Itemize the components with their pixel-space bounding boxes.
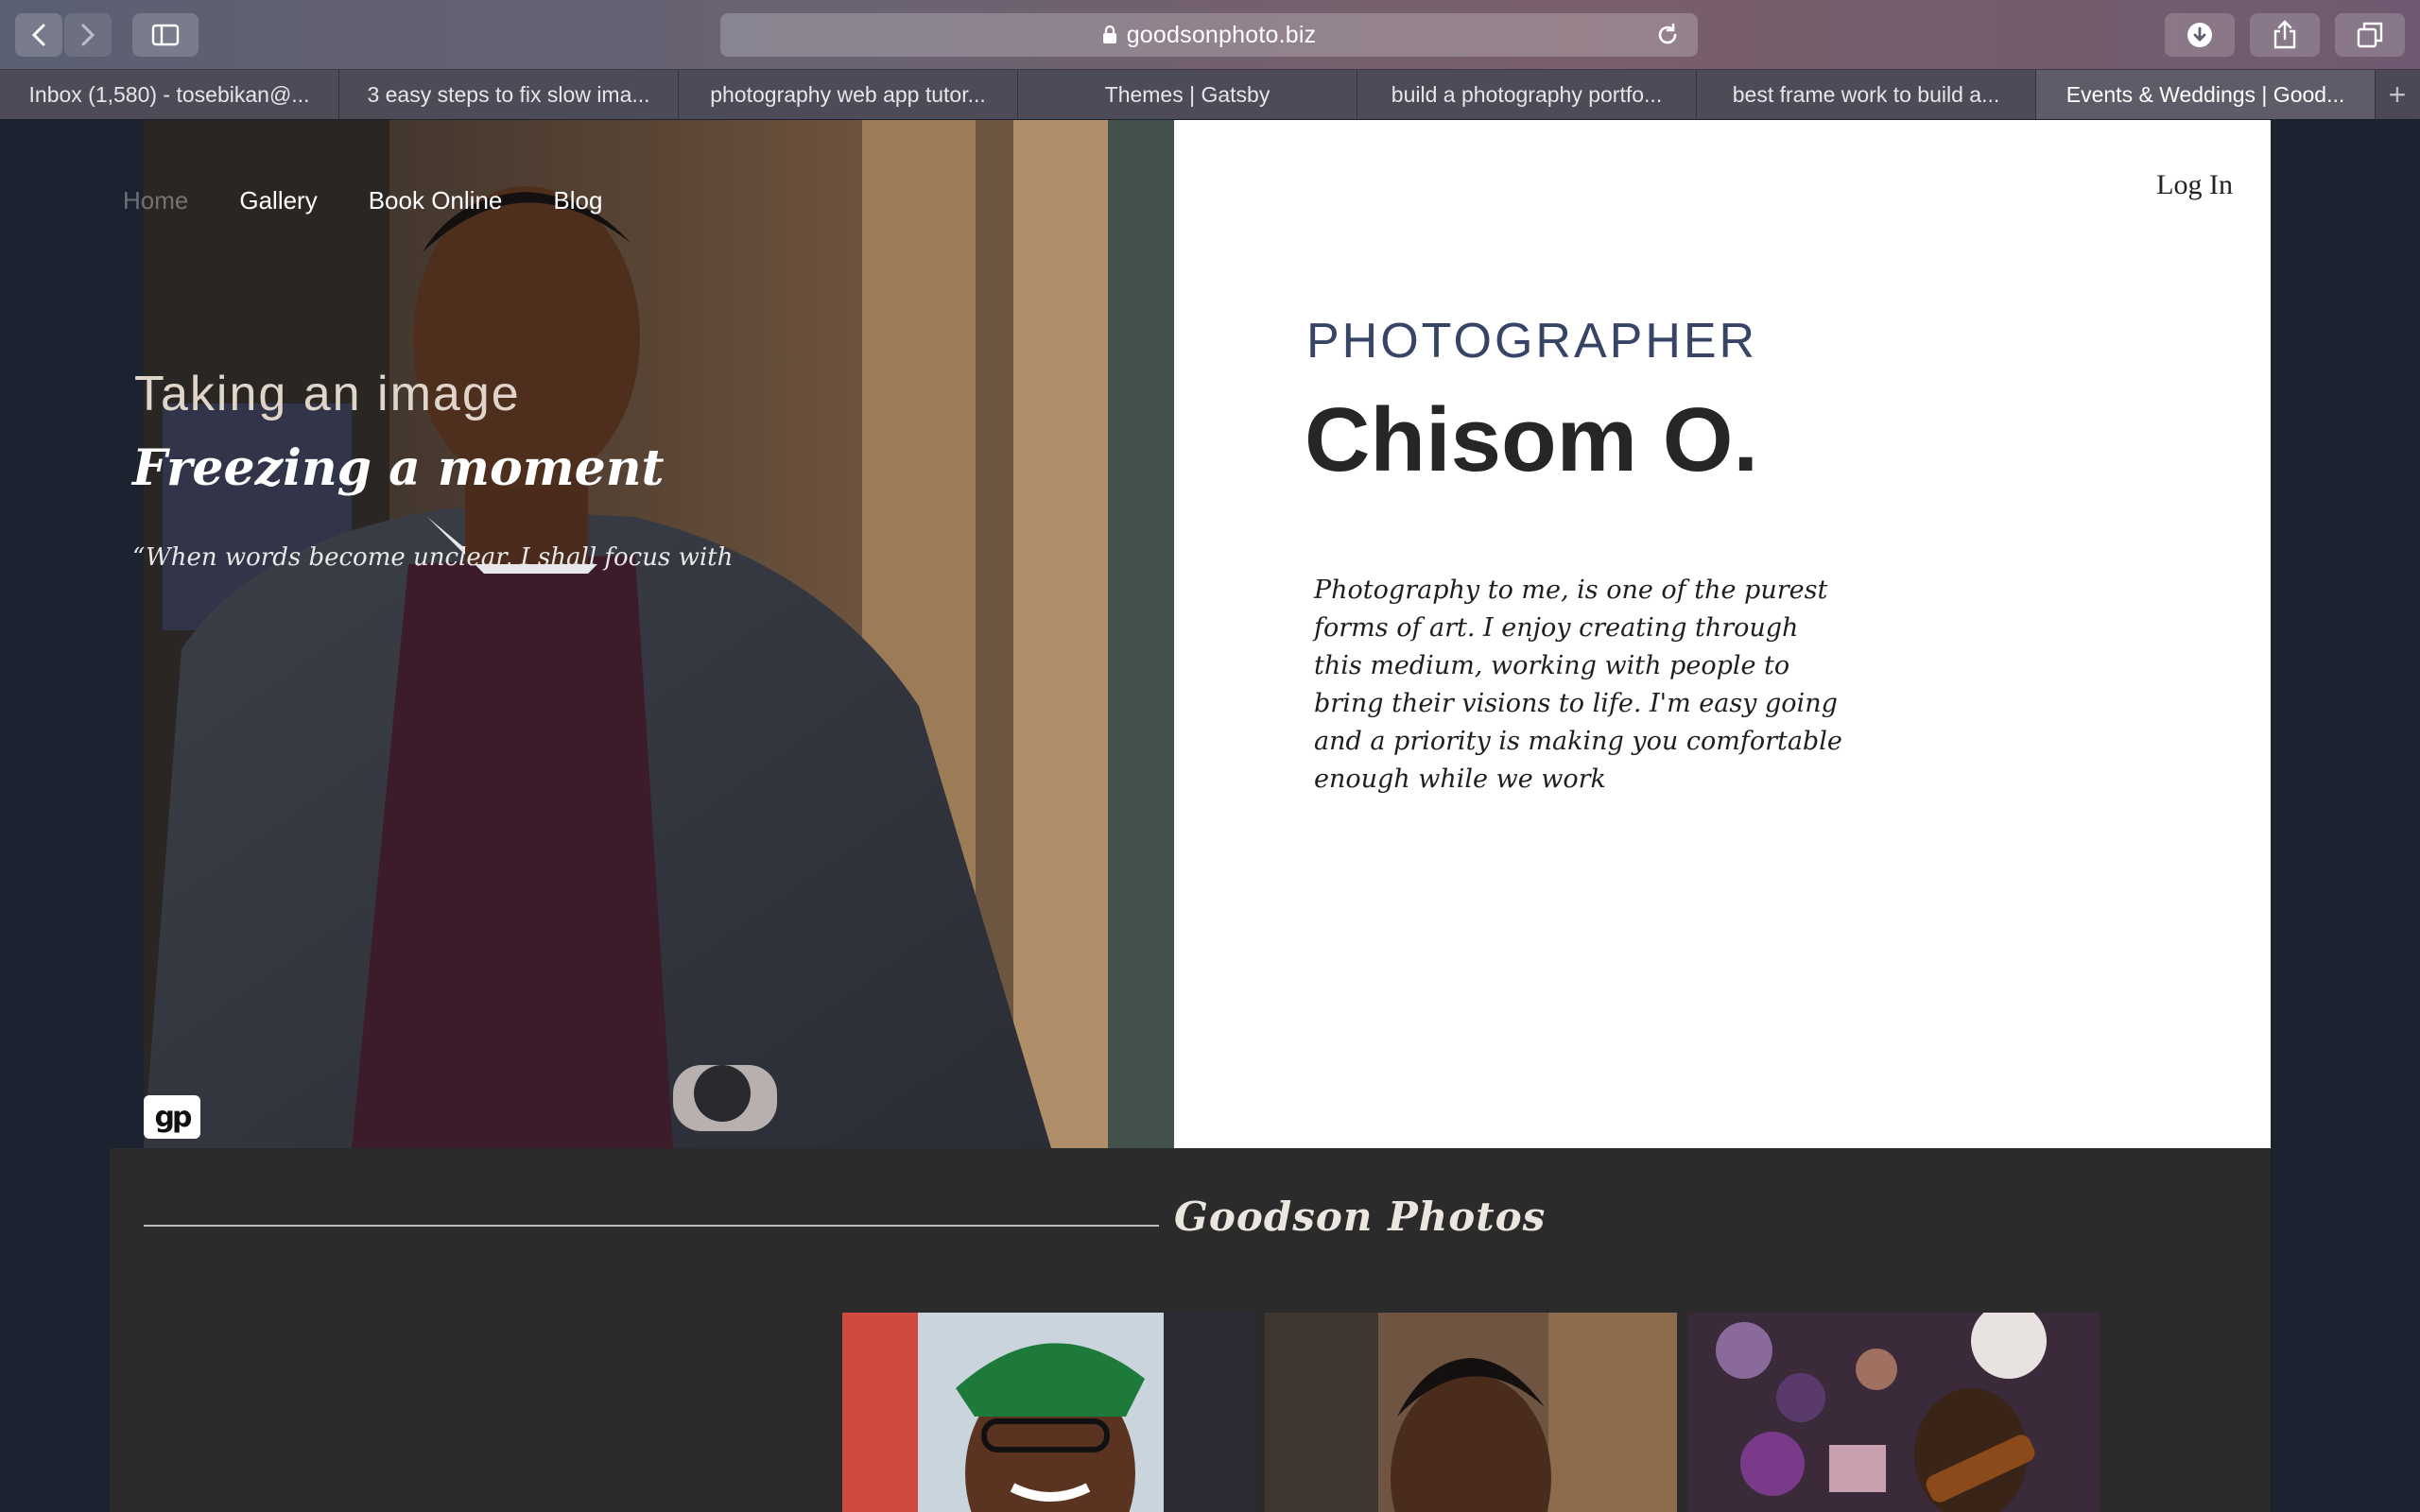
download-icon [2187, 23, 2212, 47]
nav-gallery[interactable]: Gallery [239, 186, 317, 215]
url-text: goodsonphoto.biz [1126, 21, 1317, 48]
thumb-man-illustration [1265, 1313, 1677, 1512]
role-heading: PHOTOGRAPHER [1306, 314, 1758, 369]
tab-best-framework[interactable]: best frame work to build a... [1697, 70, 2036, 119]
tab-slow-images[interactable]: 3 easy steps to fix slow ima... [339, 70, 679, 119]
bio-paragraph: Photography to me, is one of the purest … [1314, 576, 1842, 794]
nav-home[interactable]: Home [123, 186, 188, 215]
gallery-thumb-event-violinist[interactable] [1687, 1313, 2100, 1512]
browser-toolbar: goodsonphoto.biz [0, 0, 2420, 70]
hero-text-panel: Log In PHOTOGRAPHER Chisom O. Photograph… [1174, 120, 2271, 1148]
gallery-thumb-woman-headwrap[interactable] [842, 1313, 1254, 1512]
photographer-name: Chisom O. [1305, 389, 1759, 490]
reload-icon[interactable] [1654, 22, 1681, 48]
tab-bar: Inbox (1,580) - tosebikan@... 3 easy ste… [0, 70, 2420, 119]
tab-inbox[interactable]: Inbox (1,580) - tosebikan@... [0, 70, 339, 119]
back-icon [31, 24, 45, 46]
gallery-thumb-man-portrait[interactable] [1265, 1313, 1677, 1512]
forward-button[interactable] [64, 13, 112, 57]
back-button[interactable] [15, 13, 62, 57]
hero-portrait-photo [144, 120, 1174, 1148]
share-icon [2273, 20, 2296, 49]
downloads-button[interactable] [2165, 13, 2235, 57]
address-bar[interactable]: goodsonphoto.biz [720, 13, 1698, 57]
thumb-woman-illustration [842, 1313, 1254, 1512]
tab-themes-gatsby[interactable]: Themes | Gatsby [1018, 70, 1357, 119]
forward-icon [81, 24, 95, 46]
nav-blog[interactable]: Blog [553, 186, 602, 215]
thumb-event-illustration [1687, 1313, 2100, 1512]
site-nav: Home Gallery Book Online Blog [123, 186, 602, 215]
new-tab-button[interactable]: + [2376, 70, 2419, 119]
tagline-primary: Taking an image [134, 367, 521, 421]
tab-build-portfolio[interactable]: build a photography portfo... [1357, 70, 1697, 119]
nav-book-online[interactable]: Book Online [369, 186, 503, 215]
tabs-overview-icon [2357, 22, 2383, 48]
section-divider [144, 1225, 1159, 1227]
gp-logo: gp [144, 1095, 200, 1139]
tabs-overview-button[interactable] [2335, 13, 2405, 57]
tab-photography-web-app[interactable]: photography web app tutor... [679, 70, 1018, 119]
login-link[interactable]: Log In [2156, 169, 2233, 201]
quote-text: “When words become unclear, I shall focu… [132, 543, 734, 572]
section-title: Goodson Photos [1174, 1194, 1547, 1240]
lock-icon [1102, 26, 1116, 43]
tagline-secondary: Freezing a moment [132, 439, 665, 497]
share-button[interactable] [2250, 13, 2320, 57]
sidebar-toggle-button[interactable] [132, 13, 199, 57]
tab-events-weddings[interactable]: Events & Weddings | Good... [2036, 70, 2376, 119]
sidebar-icon [151, 24, 180, 46]
portrait-illustration [144, 120, 1174, 1148]
web-page: Home Gallery Book Online Blog gp Log In … [0, 120, 2420, 1512]
